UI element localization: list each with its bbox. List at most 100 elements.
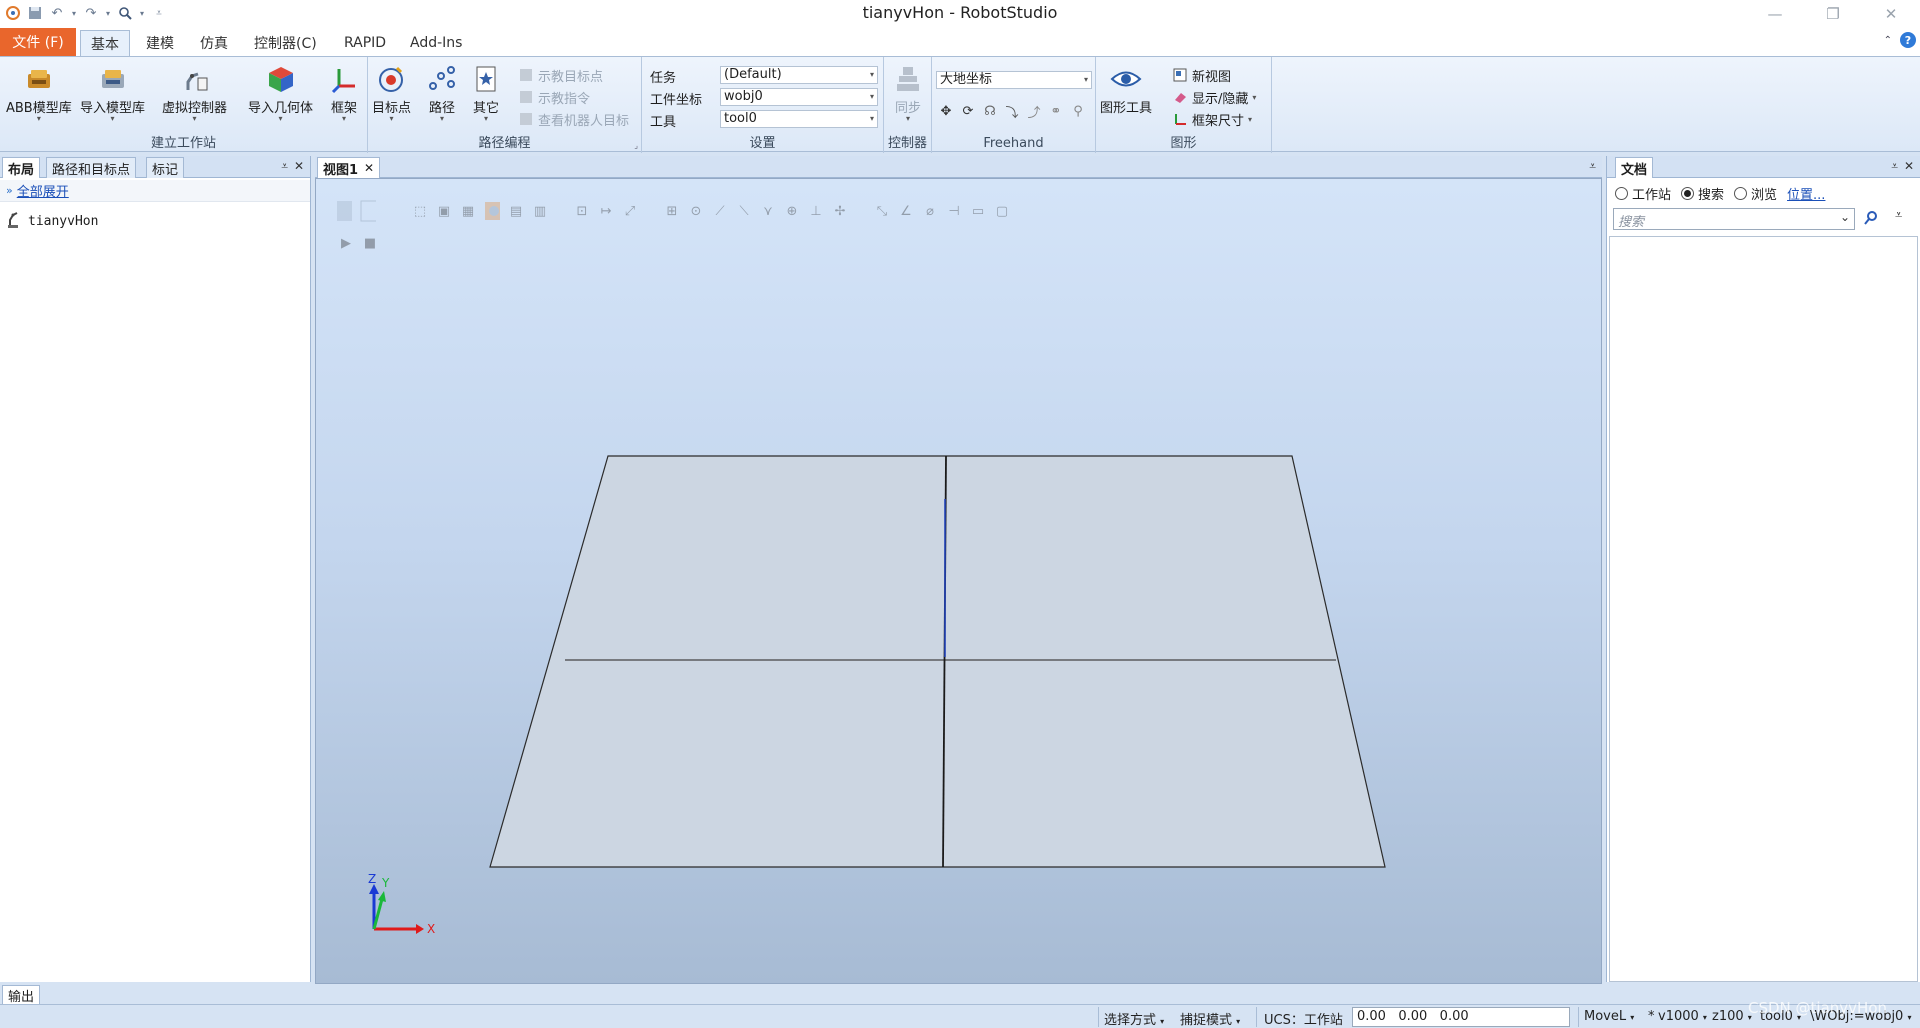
- coordinates-field[interactable]: 0.00 0.00 0.00: [1352, 1007, 1570, 1027]
- window-title: tianyvHon - RobotStudio: [862, 3, 1058, 22]
- layout-panel-tabs: 布局 路径和目标点 标记 ⩡ ✕: [0, 156, 310, 178]
- rotate-icon[interactable]: ⟳: [960, 103, 976, 119]
- search-icon[interactable]: [1863, 210, 1879, 230]
- ribbon: ABB模型库 ▾ 导入模型库 ▾ 虚拟控制器 ▾ 导入几何体 ▾ 框架 ▾ 建立…: [0, 56, 1920, 153]
- sync-button[interactable]: 同步 ▾: [892, 63, 924, 123]
- teach-instruction-button[interactable]: 示教指令: [518, 87, 590, 107]
- documents-results-list[interactable]: [1609, 236, 1918, 982]
- virtual-controller-button[interactable]: 虚拟控制器 ▾: [162, 63, 227, 123]
- group-label-freehand: Freehand: [983, 136, 1044, 151]
- tab-basic[interactable]: 基本: [80, 30, 130, 56]
- radio-station[interactable]: 工作站: [1615, 184, 1671, 203]
- jog-reorient-icon[interactable]: ⤴: [1026, 103, 1042, 121]
- zone-marker-icon: *: [1648, 1009, 1655, 1024]
- import-geometry-button[interactable]: 导入几何体 ▾: [248, 63, 313, 123]
- freehand-tools: ✥ ⟳ ☊ ⤵ ⤴ ⚭ ⚲: [938, 103, 1086, 121]
- new-view-icon: [1172, 67, 1188, 83]
- frame-size-button[interactable]: 框架尺寸 ▾: [1172, 109, 1252, 129]
- zone-dropdown[interactable]: z100 ▾: [1712, 1009, 1752, 1024]
- other-button[interactable]: 其它 ▾: [470, 63, 502, 123]
- group-build-station: ABB模型库 ▾ 导入模型库 ▾ 虚拟控制器 ▾ 导入几何体 ▾ 框架 ▾ 建立…: [0, 57, 368, 153]
- tab-paths-targets[interactable]: 路径和目标点: [46, 157, 137, 178]
- close-icon[interactable]: ✕: [1862, 0, 1920, 28]
- multi-robot-jog-icon[interactable]: ⚭: [1048, 103, 1064, 119]
- group-freehand: 大地坐标 ▾ ✥ ⟳ ☊ ⤵ ⤴ ⚭ ⚲ Freehand: [932, 57, 1096, 153]
- frame-button[interactable]: 框架 ▾: [328, 63, 360, 123]
- group-label-graphics: 图形: [1170, 136, 1197, 151]
- new-view-button[interactable]: 新视图: [1172, 65, 1231, 85]
- freehand-more-icon[interactable]: ⚲: [1070, 103, 1086, 119]
- teach-instruction-icon: [518, 89, 534, 105]
- wobj-select[interactable]: wobj0 ▾: [720, 88, 878, 106]
- speed-dropdown[interactable]: v1000 ▾: [1658, 1009, 1707, 1024]
- graphics-tools-button[interactable]: 图形工具: [1100, 63, 1152, 116]
- radio-unchecked-icon: [1734, 187, 1748, 200]
- dialog-launcher-icon[interactable]: ⌟: [634, 141, 638, 150]
- close-tab-icon[interactable]: ✕: [364, 161, 374, 175]
- tab-addins[interactable]: Add-Ins: [400, 30, 472, 56]
- show-hide-button[interactable]: 显示/隐藏 ▾: [1172, 87, 1256, 107]
- path-button[interactable]: 路径 ▾: [426, 63, 458, 123]
- chevron-down-icon: ▾: [1083, 75, 1088, 84]
- group-path-programming: 目标点 ▾ 路径 ▾ 其它 ▾ 示教目标点 示教指令 查看机器人目标 路径编程 …: [368, 57, 642, 153]
- expand-all-link[interactable]: 全部展开: [17, 181, 69, 200]
- task-select[interactable]: (Default) ▾: [720, 66, 878, 84]
- tool-select[interactable]: tool0 ▾: [720, 110, 878, 128]
- chevron-down-icon: ▾: [869, 114, 874, 123]
- panel-dropdown-icon[interactable]: ⩡: [281, 159, 288, 174]
- import-library-button[interactable]: 导入模型库 ▾: [80, 63, 145, 123]
- tab-output[interactable]: 输出: [2, 985, 41, 1005]
- teach-target-icon: [518, 67, 534, 83]
- axis-triad: X Z Y: [364, 872, 444, 954]
- view-tab-strip: 视图1 ✕ ⩡: [315, 156, 1602, 178]
- documents-panel: 文档 ⩡ ✕ 工作站 搜索 浏览 位置... 搜索 ⌄ ⩡: [1606, 156, 1920, 982]
- station-icon: [6, 210, 22, 232]
- tab-rapid[interactable]: RAPID: [334, 30, 396, 56]
- tab-file[interactable]: 文件 (F): [0, 28, 76, 56]
- frame-axes-icon: [328, 63, 360, 95]
- panel-close-icon[interactable]: ✕: [1904, 159, 1914, 173]
- jog-linear-icon[interactable]: ⤵: [1004, 103, 1020, 121]
- select-mode-dropdown[interactable]: 选择方式 ▾: [1104, 1009, 1164, 1028]
- tree-item-station[interactable]: tianyvHon: [6, 210, 98, 232]
- radio-unchecked-icon: [1615, 187, 1628, 200]
- group-settings: 任务 (Default) ▾ 工件坐标 wobj0 ▾ 工具 tool0 ▾ 设置: [642, 57, 884, 153]
- expand-options-icon[interactable]: ⩡: [1895, 208, 1902, 223]
- move-instruction-dropdown[interactable]: MoveL ▾: [1584, 1009, 1634, 1024]
- ucs-label: UCS：工作站: [1264, 1013, 1343, 1028]
- restore-icon[interactable]: ❐: [1804, 0, 1862, 28]
- snap-mode-dropdown[interactable]: 捕捉模式 ▾: [1180, 1009, 1240, 1028]
- tab-modeling[interactable]: 建模: [136, 30, 184, 56]
- tab-simulation[interactable]: 仿真: [190, 30, 238, 56]
- axis-triad-icon: [369, 884, 424, 934]
- minimize-ribbon-icon[interactable]: ⌃: [1884, 35, 1892, 46]
- radio-browse[interactable]: 浏览: [1734, 184, 1777, 203]
- target-button[interactable]: 目标点 ▾: [372, 63, 411, 123]
- radio-search[interactable]: 搜索: [1681, 184, 1724, 203]
- 3d-viewport[interactable]: ⬚ ▣ ▦ ▤ ▥ ⊡ ↦ ⤢ ⊞ ⊙ ⟋ ⟍ ⋎ ⊕ ⊥ ✢ ⤡ ∠ ⌀ ⊣ …: [315, 178, 1602, 984]
- axis-z-label: Z: [368, 872, 377, 886]
- location-link[interactable]: 位置...: [1787, 184, 1825, 203]
- view-dropdown-icon[interactable]: ⩡: [1589, 159, 1596, 174]
- move-icon[interactable]: ✥: [938, 103, 954, 119]
- chevron-down-icon[interactable]: ⌄: [1840, 210, 1850, 224]
- task-label: 任务: [650, 71, 677, 86]
- tab-controller[interactable]: 控制器(C): [244, 30, 327, 56]
- panel-close-icon[interactable]: ✕: [294, 159, 304, 173]
- teach-target-button[interactable]: 示教目标点: [518, 65, 603, 85]
- help-icon[interactable]: ?: [1900, 32, 1916, 48]
- tab-view1[interactable]: 视图1 ✕: [317, 157, 381, 178]
- tab-layout[interactable]: 布局: [2, 157, 41, 178]
- minimize-icon[interactable]: —: [1746, 0, 1804, 28]
- search-input[interactable]: 搜索 ⌄: [1613, 208, 1855, 230]
- axis-x-label: X: [427, 922, 436, 936]
- freehand-coordinate-select[interactable]: 大地坐标 ▾: [936, 71, 1092, 89]
- panel-dropdown-icon[interactable]: ⩡: [1891, 159, 1898, 174]
- group-graphics: 图形工具 新视图 显示/隐藏 ▾ 框架尺寸 ▾ 图形: [1096, 57, 1272, 153]
- jog-joint-icon[interactable]: ☊: [982, 103, 998, 119]
- view-robot-target-button[interactable]: 查看机器人目标: [518, 109, 629, 129]
- floor-grid: [489, 455, 1386, 868]
- abb-library-button[interactable]: ABB模型库 ▾: [6, 63, 72, 123]
- tab-tags[interactable]: 标记: [146, 157, 185, 178]
- tab-documents[interactable]: 文档: [1615, 157, 1654, 178]
